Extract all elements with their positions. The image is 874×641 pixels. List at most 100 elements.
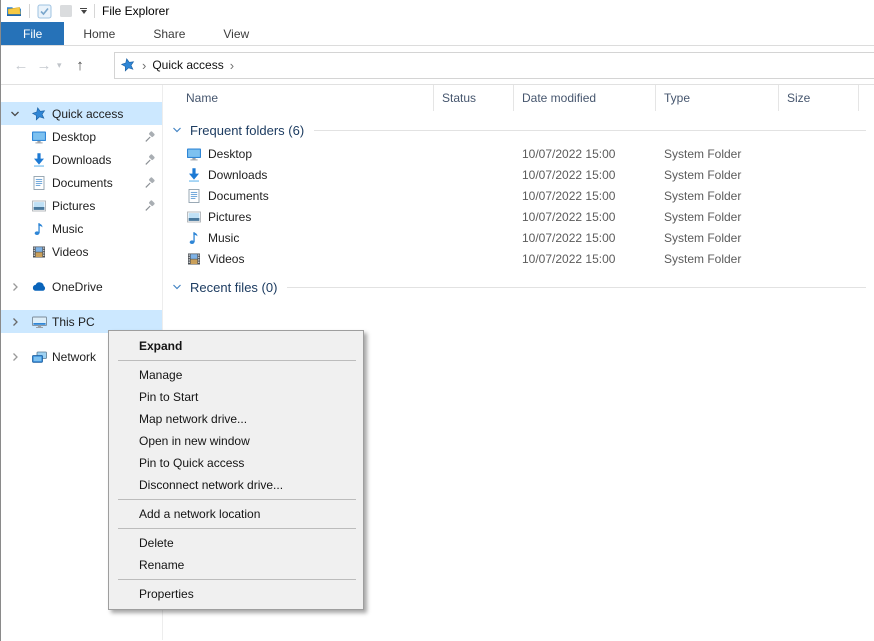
menu-separator: [118, 360, 356, 361]
sidebar-item-music[interactable]: Music: [1, 217, 162, 240]
file-row-pictures[interactable]: Pictures 10/07/2022 15:00 System Folder: [163, 206, 874, 227]
column-header-type[interactable]: Type: [656, 85, 779, 111]
chevron-down-icon[interactable]: [9, 108, 31, 120]
file-row-documents[interactable]: Documents 10/07/2022 15:00 System Folder: [163, 185, 874, 206]
menu-separator: [118, 579, 356, 580]
tab-home[interactable]: Home: [64, 22, 134, 45]
pin-icon: [138, 199, 162, 213]
history-chevron-down-icon[interactable]: ▾: [57, 60, 67, 71]
menu-item-delete[interactable]: Delete: [109, 532, 363, 554]
properties-icon[interactable]: [37, 4, 52, 19]
nav-buttons: ← → ▾ ↑: [1, 57, 114, 74]
pin-icon: [138, 153, 162, 167]
breadcrumb-chevron-icon[interactable]: ›: [142, 58, 146, 73]
group-header-frequent-folders[interactable]: Frequent folders (6): [163, 121, 874, 139]
sidebar-item-documents[interactable]: Documents: [1, 171, 162, 194]
chevron-right-icon[interactable]: [9, 281, 31, 293]
file-row-desktop[interactable]: Desktop 10/07/2022 15:00 System Folder: [163, 143, 874, 164]
titlebar-separator: [29, 4, 30, 18]
desktop-icon: [31, 129, 52, 145]
column-header-date-modified[interactable]: Date modified: [514, 85, 656, 111]
file-row-downloads[interactable]: Downloads 10/07/2022 15:00 System Folder: [163, 164, 874, 185]
downloads-icon: [31, 152, 52, 168]
file-date-modified: 10/07/2022 15:00: [514, 147, 656, 161]
titlebar-separator: [94, 4, 95, 18]
file-type: System Folder: [656, 231, 779, 245]
column-header-name[interactable]: Name: [163, 85, 434, 111]
file-row-music[interactable]: Music 10/07/2022 15:00 System Folder: [163, 227, 874, 248]
back-arrow-icon[interactable]: ←: [11, 57, 31, 74]
file-name: Downloads: [208, 168, 267, 182]
file-explorer-icon: [6, 3, 22, 19]
navigation-bar: ← → ▾ ↑ › Quick access ›: [1, 46, 874, 85]
up-arrow-icon[interactable]: ↑: [70, 57, 90, 74]
menu-item-pin-to-quick-access[interactable]: Pin to Quick access: [109, 452, 363, 474]
file-name: Music: [208, 231, 239, 245]
breadcrumb-chevron-icon[interactable]: ›: [230, 58, 234, 73]
sidebar-item-quick-access[interactable]: Quick access: [1, 102, 162, 125]
menu-item-map-network-drive[interactable]: Map network drive...: [109, 408, 363, 430]
pictures-icon: [31, 198, 52, 214]
column-headers: Name Status Date modified Type Size: [163, 85, 874, 111]
menu-item-rename[interactable]: Rename: [109, 554, 363, 576]
chevron-right-icon[interactable]: [9, 351, 31, 363]
file-name: Documents: [208, 189, 269, 203]
sidebar-item-downloads[interactable]: Downloads: [1, 148, 162, 171]
file-type: System Folder: [656, 189, 779, 203]
menu-item-open-in-new-window[interactable]: Open in new window: [109, 430, 363, 452]
sidebar-item-videos[interactable]: Videos: [1, 240, 162, 263]
sidebar-item-onedrive[interactable]: OneDrive: [1, 275, 162, 298]
group-divider-line: [314, 130, 866, 131]
network-icon: [31, 349, 52, 365]
context-menu: Expand Manage Pin to Start Map network d…: [108, 330, 364, 610]
file-name: Pictures: [208, 210, 251, 224]
menu-separator: [118, 528, 356, 529]
menu-item-expand[interactable]: Expand: [109, 335, 363, 357]
menu-item-disconnect-network-drive[interactable]: Disconnect network drive...: [109, 474, 363, 496]
pictures-icon: [186, 209, 202, 225]
pin-icon: [138, 176, 162, 190]
chevron-down-icon[interactable]: [171, 281, 183, 293]
breadcrumb-quick-access[interactable]: Quick access: [152, 58, 223, 72]
menu-item-properties[interactable]: Properties: [109, 583, 363, 605]
sidebar-item-label: Pictures: [52, 199, 138, 213]
menu-item-add-a-network-location[interactable]: Add a network location: [109, 503, 363, 525]
new-folder-icon[interactable]: [59, 4, 73, 18]
column-header-size[interactable]: Size: [779, 85, 859, 111]
file-name: Videos: [208, 252, 244, 266]
sidebar-item-label: Documents: [52, 176, 138, 190]
file-name: Desktop: [208, 147, 252, 161]
tab-file[interactable]: File: [1, 22, 64, 45]
customize-quick-access-toolbar-icon[interactable]: [80, 8, 87, 14]
menu-separator: [118, 499, 356, 500]
tab-view[interactable]: View: [204, 22, 268, 45]
tab-share[interactable]: Share: [134, 22, 204, 45]
sidebar-item-label: Music: [52, 222, 138, 236]
file-explorer-window: File Explorer File Home Share View ← → ▾…: [0, 0, 874, 641]
group-label: Recent files (0): [190, 280, 277, 295]
group-header-recent-files[interactable]: Recent files (0): [163, 278, 874, 296]
menu-item-manage[interactable]: Manage: [109, 364, 363, 386]
ribbon-tab-bar: File Home Share View: [1, 22, 874, 46]
chevron-right-icon[interactable]: [9, 316, 31, 328]
file-date-modified: 10/07/2022 15:00: [514, 252, 656, 266]
sidebar-item-desktop[interactable]: Desktop: [1, 125, 162, 148]
chevron-down-icon[interactable]: [171, 124, 183, 136]
music-icon: [186, 230, 202, 246]
documents-icon: [31, 175, 52, 191]
downloads-icon: [186, 167, 202, 183]
file-date-modified: 10/07/2022 15:00: [514, 210, 656, 224]
videos-icon: [31, 244, 52, 260]
this-pc-icon: [31, 314, 52, 330]
group-divider-line: [287, 287, 866, 288]
forward-arrow-icon[interactable]: →: [34, 57, 54, 74]
file-row-videos[interactable]: Videos 10/07/2022 15:00 System Folder: [163, 248, 874, 269]
menu-item-pin-to-start[interactable]: Pin to Start: [109, 386, 363, 408]
desktop-icon: [186, 146, 202, 162]
column-header-status[interactable]: Status: [434, 85, 514, 111]
sidebar-item-label: OneDrive: [52, 280, 162, 294]
sidebar-item-label: This PC: [52, 315, 162, 329]
address-bar[interactable]: › Quick access ›: [114, 52, 874, 79]
quick-access-star-icon: [120, 57, 136, 73]
sidebar-item-pictures[interactable]: Pictures: [1, 194, 162, 217]
